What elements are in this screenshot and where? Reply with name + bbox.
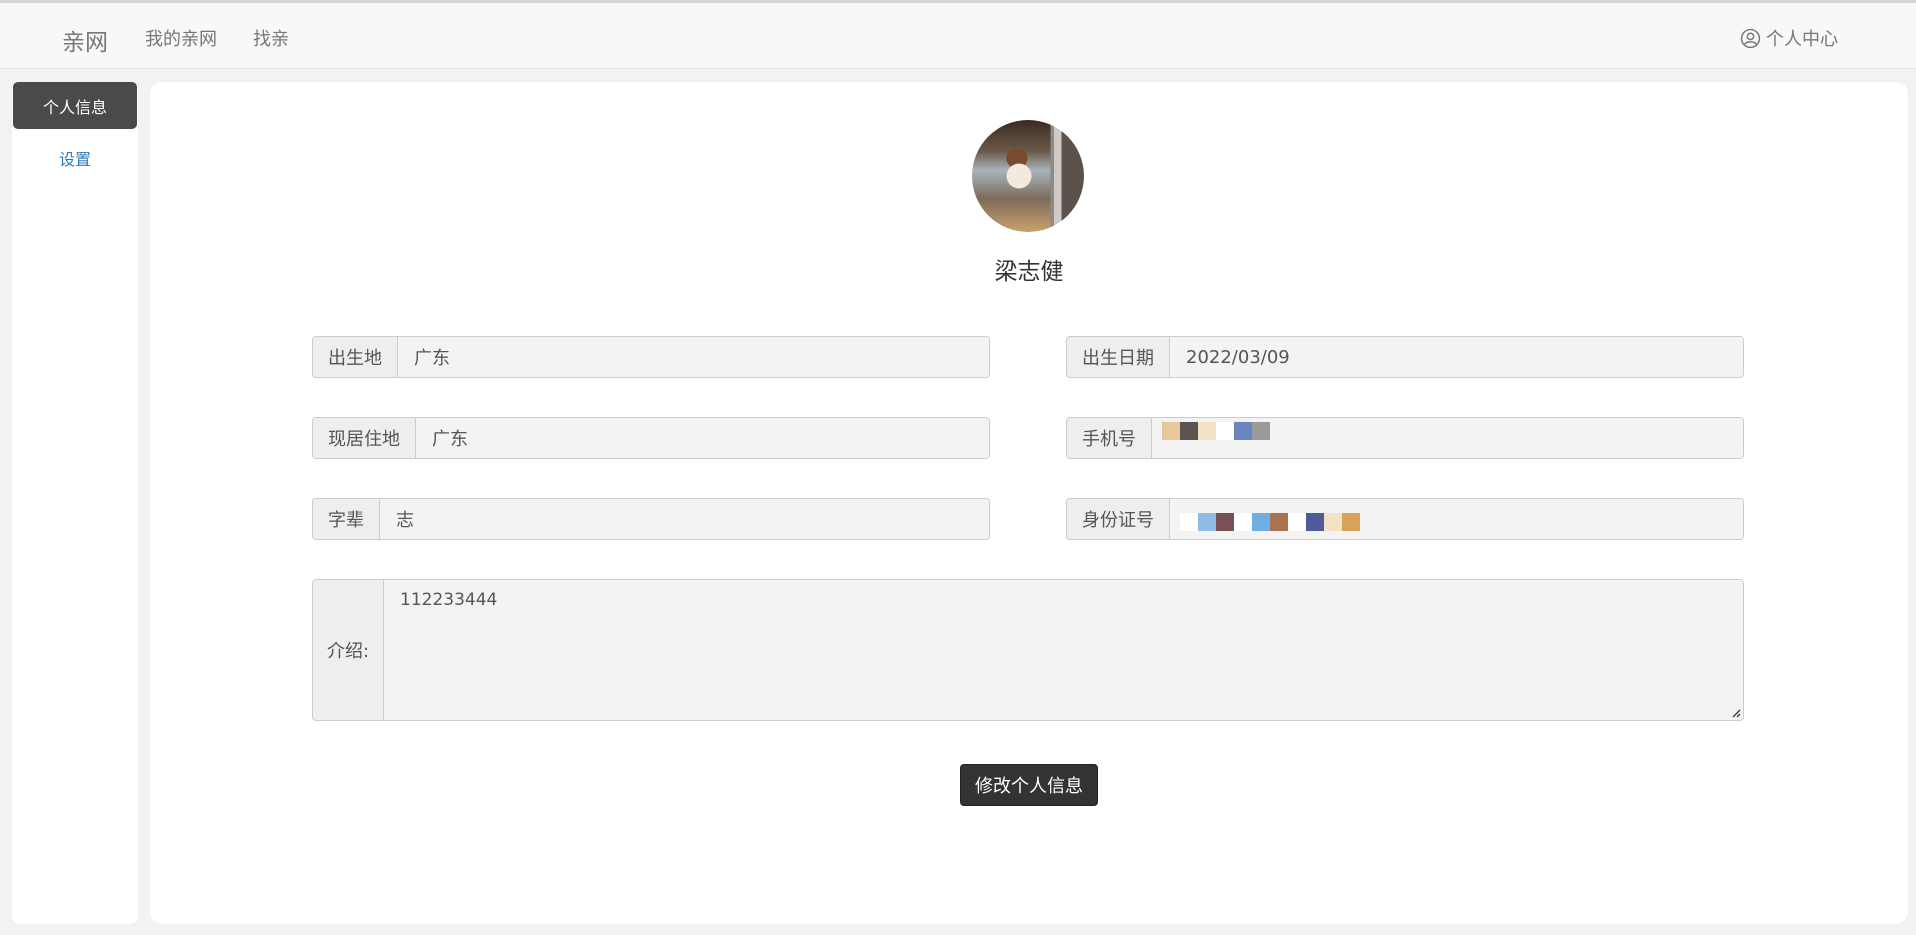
nav-find-relatives[interactable]: 找亲 xyxy=(253,25,289,51)
residence-field[interactable]: 现居住地 广东 xyxy=(312,417,990,459)
phone-value[interactable] xyxy=(1152,418,1743,458)
resize-grip-icon[interactable] xyxy=(1729,706,1741,718)
top-navbar: 亲网 我的亲网 找亲 个人中心 xyxy=(0,3,1916,69)
redaction-pixel xyxy=(1270,513,1288,531)
redaction-pixel xyxy=(1234,422,1252,440)
brand-logo[interactable]: 亲网 xyxy=(62,23,108,57)
redaction-pixel xyxy=(1252,422,1270,440)
generation-field[interactable]: 字辈 志 xyxy=(312,498,990,540)
sidebar: 个人信息 设置 xyxy=(12,82,138,924)
profile-name: 梁志健 xyxy=(994,259,1064,285)
phone-label: 手机号 xyxy=(1067,418,1152,458)
birthplace-field[interactable]: 出生地 广东 xyxy=(312,336,990,378)
avatar xyxy=(972,120,1084,232)
redaction-pixel xyxy=(1180,513,1198,531)
intro-text: 112233444 xyxy=(400,590,498,610)
redaction-pixel xyxy=(1306,513,1324,531)
birthdate-field[interactable]: 出生日期 2022/03/09 xyxy=(1066,336,1744,378)
intro-textarea[interactable]: 112233444 xyxy=(384,580,1743,720)
birthplace-label: 出生地 xyxy=(313,337,398,377)
residence-value[interactable]: 广东 xyxy=(416,418,989,458)
id-number-field[interactable]: 身份证号 xyxy=(1066,498,1744,540)
id-redacted-mosaic xyxy=(1180,513,1360,531)
redaction-pixel xyxy=(1252,513,1270,531)
redaction-pixel xyxy=(1324,513,1342,531)
user-center-label: 个人中心 xyxy=(1766,29,1838,50)
birthdate-label: 出生日期 xyxy=(1067,337,1170,377)
user-circle-icon xyxy=(1740,28,1761,48)
phone-field[interactable]: 手机号 xyxy=(1066,417,1744,459)
intro-label: 介绍: xyxy=(313,580,384,720)
nav-my-network[interactable]: 我的亲网 xyxy=(145,25,217,51)
id-number-value[interactable] xyxy=(1170,499,1743,539)
residence-label: 现居住地 xyxy=(313,418,416,458)
user-center-link[interactable]: 个人中心 xyxy=(1740,25,1838,51)
redaction-pixel xyxy=(1198,513,1216,531)
birthplace-value[interactable]: 广东 xyxy=(398,337,989,377)
redaction-pixel xyxy=(1180,422,1198,440)
edit-profile-button[interactable]: 修改个人信息 xyxy=(960,764,1098,806)
sidebar-item-profile[interactable]: 个人信息 xyxy=(13,82,137,129)
redaction-pixel xyxy=(1216,422,1234,440)
generation-label: 字辈 xyxy=(313,499,380,539)
intro-field[interactable]: 介绍: 112233444 xyxy=(312,579,1744,721)
id-number-label: 身份证号 xyxy=(1067,499,1170,539)
sidebar-item-settings[interactable]: 设置 xyxy=(12,146,138,170)
redaction-pixel xyxy=(1234,513,1252,531)
profile-panel: 梁志健 出生地 广东 出生日期 2022/03/09 现居住地 广东 手机号 字… xyxy=(150,82,1908,924)
generation-value[interactable]: 志 xyxy=(380,499,989,539)
redaction-pixel xyxy=(1288,513,1306,531)
redaction-pixel xyxy=(1162,422,1180,440)
redaction-pixel xyxy=(1216,513,1234,531)
redaction-pixel xyxy=(1198,422,1216,440)
phone-redacted-mosaic xyxy=(1162,422,1270,440)
redaction-pixel xyxy=(1342,513,1360,531)
birthdate-value[interactable]: 2022/03/09 xyxy=(1170,337,1743,377)
